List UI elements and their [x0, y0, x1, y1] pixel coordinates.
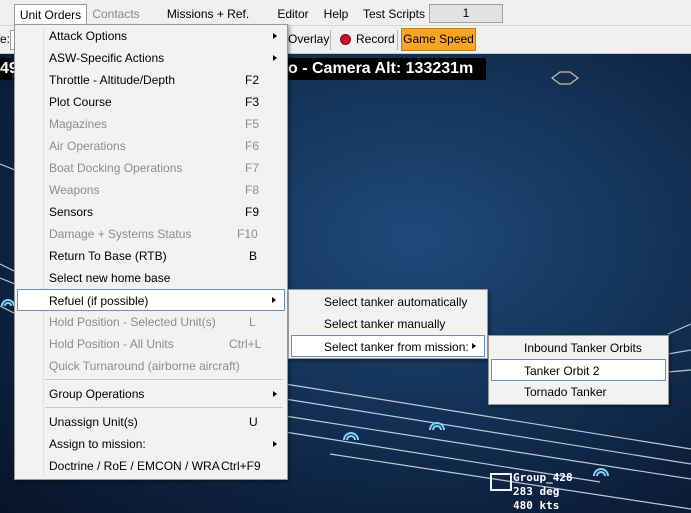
- menu-item-assign-to-mission[interactable]: Assign to mission:: [17, 433, 285, 455]
- menu-item-label: Unassign Unit(s): [49, 415, 138, 429]
- menu-item-shortcut: F7: [245, 161, 260, 175]
- menu-item-shortcut: F9: [245, 205, 260, 219]
- menu-item-shortcut: F10: [237, 227, 258, 241]
- menu-item-shortcut: F2: [245, 73, 260, 87]
- menu-item-inbound-tanker-orbits[interactable]: Inbound Tanker Orbits: [491, 337, 666, 359]
- toolbar-separator: [330, 30, 331, 50]
- menu-item-label: Inbound Tanker Orbits: [524, 341, 642, 355]
- menu-item-sensors[interactable]: Sensors F9: [17, 201, 285, 223]
- unit-speed: 480 kts: [513, 499, 560, 512]
- terrain-marker-icon: [551, 71, 579, 85]
- camera-altitude-readout: o - Camera Alt: 133231m: [286, 58, 486, 80]
- menu-item-shortcut: U: [249, 415, 258, 429]
- menu-item-tanker-orbit-2[interactable]: Tanker Orbit 2: [491, 359, 666, 381]
- menu-item-hold-position-all[interactable]: Hold Position - All Units Ctrl+L: [17, 333, 285, 355]
- menu-item-label: ASW-Specific Actions: [49, 51, 165, 65]
- menu-item-label: Doctrine / RoE / EMCON / WRA: [49, 459, 220, 473]
- menu-item-label: Throttle - Altitude/Depth: [49, 73, 176, 87]
- menu-item-label: Return To Base (RTB): [49, 249, 167, 263]
- menu-item-label: Select tanker manually: [324, 317, 446, 331]
- menu-item-plot-course[interactable]: Plot Course F3: [17, 91, 285, 113]
- menu-item-label: Weapons: [49, 183, 100, 197]
- overlay-button[interactable]: Overlay: [288, 32, 329, 46]
- menu-item-label: Refuel (if possible): [49, 294, 149, 308]
- menu-item-unassign-units[interactable]: Unassign Unit(s) U: [17, 411, 285, 433]
- submenu-arrow-icon: [273, 391, 277, 397]
- menu-item-label: Plot Course: [49, 95, 112, 109]
- menu-separator: [45, 407, 283, 408]
- menu-item-label: Air Operations: [49, 139, 126, 153]
- menu-help[interactable]: Help: [320, 4, 352, 24]
- menu-missions-ref-points[interactable]: Missions + Ref. Points: [151, 4, 265, 41]
- menu-item-label: Group Operations: [49, 387, 145, 401]
- unit-symbol-icon[interactable]: [490, 473, 512, 491]
- menu-item-group-operations[interactable]: Group Operations: [17, 383, 285, 405]
- unit-heading: 283 deg: [513, 485, 560, 498]
- menu-item-damage-status[interactable]: Damage + Systems Status F10: [17, 223, 285, 245]
- menu-item-tornado-tanker[interactable]: Tornado Tanker: [491, 381, 666, 403]
- game-speed-button[interactable]: Game Speed: [401, 28, 476, 51]
- submenu-arrow-icon: [273, 441, 277, 447]
- menu-item-label: Select tanker from mission:: [324, 340, 469, 354]
- menu-item-label: Tornado Tanker: [524, 385, 607, 399]
- menu-separator: [45, 379, 283, 380]
- unit-name: Group_428: [513, 471, 573, 484]
- menu-item-throttle[interactable]: Throttle - Altitude/Depth F2: [17, 69, 285, 91]
- menu-item-select-tanker-manually[interactable]: Select tanker manually: [291, 313, 485, 335]
- menu-item-label: Tanker Orbit 2: [524, 364, 600, 378]
- refuel-submenu: Select tanker automatically Select tanke…: [288, 289, 488, 359]
- menu-item-label: Quick Turnaround (airborne aircraft): [49, 359, 240, 373]
- menu-item-label: Hold Position - Selected Unit(s): [49, 315, 216, 329]
- menu-test-scripts[interactable]: Test Scripts: [360, 4, 428, 24]
- menu-item-shortcut: L: [249, 315, 256, 329]
- menu-item-label: Magazines: [49, 117, 108, 131]
- menu-item-shortcut: F3: [245, 95, 260, 109]
- record-icon: [340, 34, 351, 45]
- menu-item-select-tanker-automatically[interactable]: Select tanker automatically: [291, 291, 485, 313]
- menu-editor[interactable]: Editor: [272, 4, 314, 24]
- menu-item-shortcut: Ctrl+L: [229, 337, 262, 351]
- menu-item-label: Hold Position - All Units: [49, 337, 174, 351]
- submenu-arrow-icon: [272, 297, 276, 303]
- menu-item-boat-docking[interactable]: Boat Docking Operations F7: [17, 157, 285, 179]
- menu-item-shortcut: Ctrl+F9: [221, 459, 261, 473]
- menu-item-doctrine[interactable]: Doctrine / RoE / EMCON / WRA Ctrl+F9: [17, 455, 285, 477]
- menu-item-shortcut: F5: [245, 117, 260, 131]
- menu-item-hold-position-selected[interactable]: Hold Position - Selected Unit(s) L: [17, 311, 285, 333]
- menu-item-label: Sensors: [49, 205, 94, 219]
- unit-orders-dropdown: Attack Options ASW-Specific Actions Thro…: [14, 24, 288, 480]
- menu-unit-orders[interactable]: Unit Orders: [14, 4, 87, 26]
- map-fragment-label: 49: [0, 58, 18, 80]
- menu-item-label: Select tanker automatically: [324, 295, 468, 309]
- menu-bar: Unit Orders Contacts Missions + Ref. Poi…: [0, 0, 691, 41]
- menu-item-label: Attack Options: [49, 29, 128, 43]
- menu-item-label: Select new home base: [49, 271, 171, 285]
- menu-item-shortcut: F8: [245, 183, 260, 197]
- submenu-arrow-icon: [273, 55, 277, 61]
- menu-item-asw-specific-actions[interactable]: ASW-Specific Actions: [17, 47, 285, 69]
- menu-item-return-to-base[interactable]: Return To Base (RTB) B: [17, 245, 285, 267]
- tanker-mission-submenu: Inbound Tanker Orbits Tanker Orbit 2 Tor…: [488, 335, 669, 405]
- menu-item-refuel[interactable]: Refuel (if possible): [17, 289, 285, 311]
- menu-item-quick-turnaround[interactable]: Quick Turnaround (airborne aircraft): [17, 355, 285, 377]
- menu-item-label: Boat Docking Operations: [49, 161, 183, 175]
- counter-box[interactable]: 1: [429, 4, 503, 23]
- menu-item-shortcut: B: [249, 249, 258, 263]
- menu-item-shortcut: F6: [245, 139, 260, 153]
- toolbar-separator: [397, 30, 398, 50]
- submenu-arrow-icon: [273, 33, 277, 39]
- menu-item-weapons[interactable]: Weapons F8: [17, 179, 285, 201]
- menu-contacts[interactable]: Contacts: [88, 4, 144, 24]
- menu-item-select-tanker-from-mission[interactable]: Select tanker from mission:: [291, 335, 485, 357]
- submenu-arrow-icon: [472, 343, 476, 349]
- menu-item-air-operations[interactable]: Air Operations F6: [17, 135, 285, 157]
- menu-item-magazines[interactable]: Magazines F5: [17, 113, 285, 135]
- menu-item-label: Damage + Systems Status: [49, 227, 192, 241]
- menu-item-select-home-base[interactable]: Select new home base: [17, 267, 285, 289]
- toolbar-fragment-label: e:: [0, 32, 11, 46]
- record-button[interactable]: Record: [356, 32, 395, 46]
- menu-item-label: Assign to mission:: [49, 437, 146, 451]
- menu-item-attack-options[interactable]: Attack Options: [17, 25, 285, 47]
